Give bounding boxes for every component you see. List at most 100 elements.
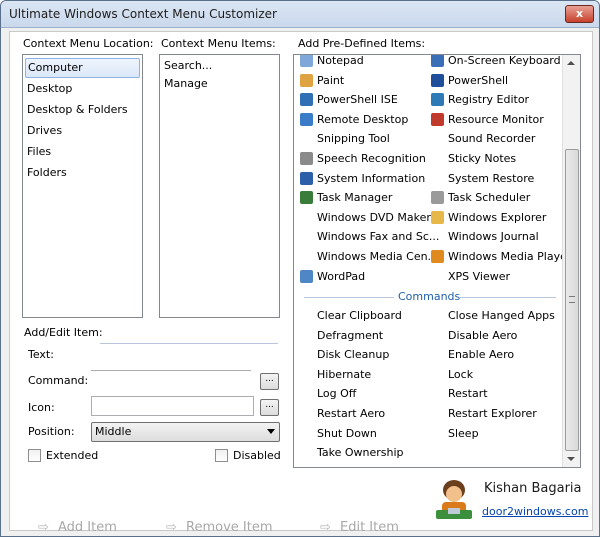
registry-icon <box>431 93 444 107</box>
edit-item-label: Edit Item <box>340 520 399 535</box>
command-right-item-label: Lock <box>448 367 474 381</box>
location-heading: Context Menu Location: <box>23 37 154 50</box>
scroll-thumb[interactable] <box>565 149 579 451</box>
command-right-item-label: Disable Aero <box>448 328 518 342</box>
folder-icon <box>431 210 444 224</box>
microphone-icon <box>300 152 313 165</box>
menu-items-heading: Context Menu Items: <box>161 37 276 50</box>
notepad-icon <box>300 55 313 67</box>
predefined-right-item-label: Task Scheduler <box>448 191 531 205</box>
location-item-files[interactable]: Files <box>27 142 51 162</box>
location-item-desktop[interactable]: Desktop <box>27 79 72 99</box>
paint-icon <box>300 73 313 87</box>
location-list[interactable]: Computer Desktop Desktop & Folders Drive… <box>22 54 143 318</box>
commands-heading: Commands <box>398 290 461 303</box>
commands-divider-right <box>460 297 556 298</box>
arrow-right-icon: ⇨ <box>166 520 177 535</box>
command-label: Command: <box>28 374 89 387</box>
position-label: Position: <box>28 425 75 438</box>
predefined-list[interactable]: Notepad Paint PowerShell ISE Remote Desktop… <box>293 54 581 468</box>
vertical-scrollbar[interactable] <box>562 55 580 467</box>
predefined-right-item-label: On-Screen Keyboard <box>448 54 561 67</box>
predefined-right-item-label: Windows Explorer <box>448 210 547 224</box>
command-right-item-label: Enable Aero <box>448 348 515 362</box>
location-item-drives[interactable]: Drives <box>27 121 62 141</box>
title-bar: Ultimate Windows Context Menu Customizer… <box>1 1 599 28</box>
remove-item-button[interactable]: ⇨ Remove Item <box>166 520 272 535</box>
add-item-label: Add Item <box>58 520 117 535</box>
location-item-desktop-folders[interactable]: Desktop & Folders <box>27 100 128 120</box>
predefined-right-item-label: Sound Recorder <box>448 132 536 146</box>
command-left-item-label: Disk Cleanup <box>317 348 390 362</box>
predefined-right-item-label: Registry Editor <box>448 93 530 107</box>
predefined-left-item-label: System Information <box>317 171 426 185</box>
command-right-item-label: Sleep <box>448 426 479 440</box>
remove-item-label: Remove Item <box>186 520 273 535</box>
powershell-ise-icon <box>300 93 313 107</box>
predefined-left-item-label: Windows DVD Maker <box>317 210 431 224</box>
predefined-left-item-label: Windows Media Cen... <box>317 250 439 263</box>
add-item-button[interactable]: ⇨ Add Item <box>38 520 117 535</box>
command-left-item-label: Log Off <box>317 387 357 401</box>
predefined-left-item-label: WordPad <box>317 269 366 283</box>
author-avatar-icon <box>436 480 472 519</box>
command-left-item-label: Restart Aero <box>317 407 386 420</box>
predefined-left-item-label: Notepad <box>317 54 364 67</box>
resource-monitor-icon <box>431 112 444 126</box>
disabled-checkbox[interactable] <box>215 449 228 462</box>
text-label: Text: <box>28 348 54 361</box>
scroll-down-icon[interactable] <box>567 457 575 461</box>
location-item-computer[interactable]: Computer <box>25 58 140 78</box>
command-left-item-label: Hibernate <box>317 367 372 381</box>
command-left-item-label: Shut Down <box>317 426 377 440</box>
predefined-right-item-label: PowerShell <box>448 73 509 87</box>
menu-item-search[interactable]: Search... <box>164 56 212 76</box>
edit-item-button[interactable]: ⇨ Edit Item <box>320 520 399 535</box>
predefined-right-item-label: System Restore <box>448 171 535 185</box>
close-button[interactable]: x <box>565 5 594 23</box>
predefined-right-item-label: Sticky Notes <box>448 152 517 165</box>
grip-icon <box>569 296 575 303</box>
predefined-right-item-label: Resource Monitor <box>448 112 544 126</box>
predefined-left-item-label: Snipping Tool <box>317 132 390 146</box>
command-browse-button[interactable]: ... <box>260 373 279 390</box>
task-manager-icon <box>300 191 313 205</box>
predefined-left-item-label: Remote Desktop <box>317 112 409 126</box>
commands-divider-left <box>304 297 394 298</box>
command-right-item-label: Restart Explorer <box>448 407 537 420</box>
media-player-icon <box>431 250 444 263</box>
location-item-folders[interactable]: Folders <box>27 163 67 183</box>
keyboard-icon <box>431 55 444 67</box>
command-left-item-label: Defragment <box>317 328 384 342</box>
form-heading-divider <box>100 343 278 344</box>
predefined-left-item-label: Task Manager <box>317 191 393 205</box>
predefined-left-item-label: Speech Recognition <box>317 152 426 165</box>
author-link[interactable]: door2windows.com <box>482 505 588 518</box>
powershell-icon <box>431 73 444 87</box>
icon-input[interactable] <box>91 396 254 416</box>
command-left-item-label: Clear Clipboard <box>317 309 402 322</box>
author-name: Kishan Bagaria <box>484 481 582 496</box>
icon-browse-button[interactable]: ... <box>260 399 279 416</box>
chevron-down-icon <box>267 429 275 434</box>
remote-desktop-icon <box>300 112 313 126</box>
command-input[interactable] <box>91 370 251 371</box>
arrow-right-icon: ⇨ <box>38 520 49 535</box>
system-info-icon <box>300 171 313 185</box>
menu-item-manage[interactable]: Manage <box>164 74 208 94</box>
command-right-item-label: Restart <box>448 387 488 401</box>
wordpad-icon <box>300 269 313 283</box>
position-select[interactable]: Middle <box>91 422 280 442</box>
extended-checkbox[interactable] <box>28 449 41 462</box>
icon-label: Icon: <box>28 401 55 414</box>
arrow-right-icon: ⇨ <box>320 520 331 535</box>
predefined-right-item-label: Windows Media Player <box>448 250 572 263</box>
menu-items-list[interactable]: Search... Manage <box>159 54 280 318</box>
scroll-up-icon[interactable] <box>567 61 575 65</box>
command-left-item-label: Take Ownership <box>317 446 404 460</box>
window-title: Ultimate Windows Context Menu Customizer <box>9 7 277 21</box>
clock-icon <box>431 191 444 205</box>
predefined-left-item-label: PowerShell ISE <box>317 93 398 107</box>
predefined-heading: Add Pre-Defined Items: <box>298 37 426 50</box>
predefined-right-item-label: XPS Viewer <box>448 269 511 283</box>
